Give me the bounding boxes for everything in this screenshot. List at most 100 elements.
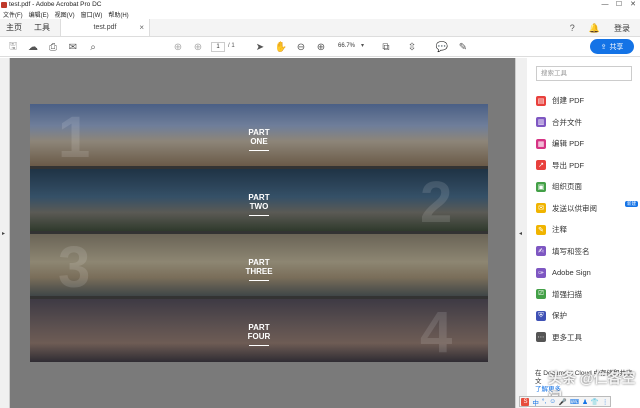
save-icon[interactable]: 🖫 bbox=[6, 40, 20, 54]
part-label-line2: FOUR bbox=[247, 332, 271, 341]
sogou-ime-icon[interactable]: S bbox=[521, 397, 530, 406]
combine-files-icon: ▥ bbox=[536, 117, 546, 128]
menu-edit[interactable]: 编辑(E) bbox=[29, 10, 49, 19]
left-panel-toggle[interactable]: ▸ bbox=[0, 58, 10, 408]
tools-list: ▤ 创建 PDF ▥ 合并文件 ▦ 编辑 PDF ↗ 导出 PDF ▣ 组织页面… bbox=[536, 90, 638, 349]
tool-label: 组织页面 bbox=[552, 182, 582, 192]
tab-document[interactable]: test.pdf × bbox=[60, 19, 150, 36]
page-down-icon[interactable]: ⊕ bbox=[191, 40, 205, 54]
expand-left-icon: ▸ bbox=[2, 231, 6, 237]
pdf-page: 1 PART ONE 2 PART TWO 3 PART THREE 4 PAR… bbox=[30, 104, 488, 362]
part-underline bbox=[249, 345, 269, 346]
ime-skin-icon[interactable]: 👕 bbox=[591, 398, 599, 406]
ime-punctuation-icon[interactable]: °, bbox=[542, 398, 546, 405]
right-panel-toggle[interactable]: ◂ bbox=[515, 58, 527, 408]
tab-tools[interactable]: 工具 bbox=[28, 19, 56, 36]
tool-edit-pdf[interactable]: ▦ 编辑 PDF bbox=[536, 133, 636, 155]
draw-pen-icon[interactable]: ✎ bbox=[456, 40, 470, 54]
zoom-dropdown-icon[interactable]: ▾ bbox=[361, 42, 364, 49]
print-icon[interactable]: ⎙ bbox=[46, 40, 60, 54]
tool-label: 导出 PDF bbox=[552, 160, 585, 170]
tool-export-pdf[interactable]: ↗ 导出 PDF bbox=[536, 155, 636, 177]
main-toolbar: 🖫 ☁ ⎙ ✉ ⌕ ⊕ ⊕ 1 / 1 ➤ ✋ ⊖ ⊕ 66.7% ▾ ⧉ ⇳ … bbox=[0, 37, 640, 57]
tool-send-review[interactable]: ✉ 发送以供审阅 新建 bbox=[536, 198, 638, 220]
part-label: PART ONE bbox=[30, 128, 488, 146]
menu-view[interactable]: 视图(V) bbox=[55, 10, 75, 19]
part-label-line1: PART bbox=[248, 323, 270, 332]
part-label-line1: PART bbox=[248, 128, 270, 137]
menu-window[interactable]: 窗口(W) bbox=[81, 10, 103, 19]
tab-home[interactable]: 主页 bbox=[0, 19, 28, 36]
window-controls: — ☐ ✕ bbox=[598, 0, 640, 9]
tool-label: 合并文件 bbox=[552, 117, 582, 127]
tool-more-tools[interactable]: ⋯ 更多工具 bbox=[536, 327, 636, 349]
create-pdf-icon: ▤ bbox=[536, 95, 546, 106]
share-button[interactable]: ⇪ 共享 bbox=[590, 39, 634, 54]
tool-label: 注释 bbox=[552, 225, 567, 235]
page-number-input[interactable]: 1 bbox=[211, 42, 225, 52]
scroll-mode-icon[interactable]: ⇳ bbox=[405, 40, 419, 54]
tool-label: 填写和签名 bbox=[552, 246, 590, 256]
ime-voice-icon[interactable]: 🎤 bbox=[559, 398, 567, 406]
search-tools-input[interactable]: 搜索工具 bbox=[536, 66, 632, 81]
tool-organize-pages[interactable]: ▣ 组织页面 bbox=[536, 176, 636, 198]
zoom-in-icon[interactable]: ⊕ bbox=[314, 40, 328, 54]
email-icon[interactable]: ✉ bbox=[66, 40, 80, 54]
part-label-line1: PART bbox=[248, 258, 270, 267]
fill-sign-icon: ✍ bbox=[536, 246, 546, 257]
part-band-one: 1 PART ONE bbox=[30, 104, 488, 166]
select-cursor-icon[interactable]: ➤ bbox=[253, 40, 267, 54]
tool-label: 保护 bbox=[552, 311, 567, 321]
hand-tool-icon[interactable]: ✋ bbox=[274, 40, 288, 54]
part-label-line2: THREE bbox=[245, 267, 273, 276]
part-label-line1: PART bbox=[248, 193, 270, 202]
part-label-line2: ONE bbox=[250, 137, 268, 146]
part-band-three: 3 PART THREE bbox=[30, 234, 488, 296]
ime-chinese-mode[interactable]: 中 bbox=[532, 397, 539, 407]
header-right: ? 🔔 登录 bbox=[570, 19, 630, 37]
part-band-four: 4 PART FOUR bbox=[30, 299, 488, 362]
menu-bar: 文件(F) 编辑(E) 视图(V) 窗口(W) 帮助(H) bbox=[0, 9, 640, 19]
tool-fill-sign[interactable]: ✍ 填写和签名 bbox=[536, 241, 636, 263]
menu-file[interactable]: 文件(F) bbox=[3, 10, 23, 19]
part-band-two: 2 PART TWO bbox=[30, 169, 488, 231]
share-label: 共享 bbox=[609, 43, 624, 51]
tool-label: 更多工具 bbox=[552, 332, 582, 342]
tool-comment[interactable]: ✎ 注释 bbox=[536, 219, 636, 241]
notification-bell-icon[interactable]: 🔔 bbox=[589, 23, 600, 34]
part-label: PART THREE bbox=[30, 258, 488, 276]
tool-protect[interactable]: ⛨ 保护 bbox=[536, 305, 636, 327]
tool-combine-files[interactable]: ▥ 合并文件 bbox=[536, 112, 636, 134]
ime-tools-icon[interactable]: ♟ bbox=[582, 398, 588, 406]
tool-label: 增强扫描 bbox=[552, 289, 582, 299]
page-up-icon[interactable]: ⊕ bbox=[171, 40, 185, 54]
ime-emoji-icon[interactable]: ☺ bbox=[549, 398, 556, 405]
comment-icon: ✎ bbox=[536, 224, 546, 235]
login-link[interactable]: 登录 bbox=[614, 23, 630, 34]
search-icon[interactable]: ⌕ bbox=[86, 40, 100, 54]
tool-label: 发送以供审阅 bbox=[552, 203, 597, 213]
fit-page-icon[interactable]: ⧉ bbox=[378, 40, 394, 54]
maximize-button[interactable]: ☐ bbox=[612, 0, 626, 9]
new-badge: 新建 bbox=[625, 200, 638, 207]
ime-keyboard-icon[interactable]: ⌨ bbox=[570, 398, 579, 406]
close-tab-icon[interactable]: × bbox=[139, 23, 144, 32]
tool-enhance-scan[interactable]: ⎚ 增强扫描 bbox=[536, 284, 636, 306]
help-icon[interactable]: ? bbox=[570, 23, 575, 33]
edit-pdf-icon: ▦ bbox=[536, 138, 546, 149]
tool-adobe-sign[interactable]: ✑ Adobe Sign bbox=[536, 262, 636, 284]
menu-help[interactable]: 帮助(H) bbox=[108, 10, 128, 19]
zoom-out-icon[interactable]: ⊖ bbox=[294, 40, 308, 54]
minimize-button[interactable]: — bbox=[598, 0, 612, 9]
upload-cloud-icon[interactable]: ☁ bbox=[26, 40, 40, 54]
adobe-sign-icon: ✑ bbox=[536, 267, 546, 278]
close-button[interactable]: ✕ bbox=[626, 0, 640, 9]
tool-create-pdf[interactable]: ▤ 创建 PDF bbox=[536, 90, 636, 112]
ime-more-icon[interactable]: ⋮ bbox=[602, 398, 609, 406]
more-tools-icon: ⋯ bbox=[536, 332, 546, 343]
title-bar: test.pdf - Adobe Acrobat Pro DC — ☐ ✕ bbox=[0, 0, 640, 9]
zoom-level[interactable]: 66.7% bbox=[338, 43, 355, 49]
tools-panel: 搜索工具 ▤ 创建 PDF ▥ 合并文件 ▦ 编辑 PDF ↗ 导出 PDF ▣… bbox=[527, 58, 640, 408]
comment-tool-icon[interactable]: 💬 bbox=[435, 40, 449, 54]
part-label: PART FOUR bbox=[30, 323, 488, 341]
